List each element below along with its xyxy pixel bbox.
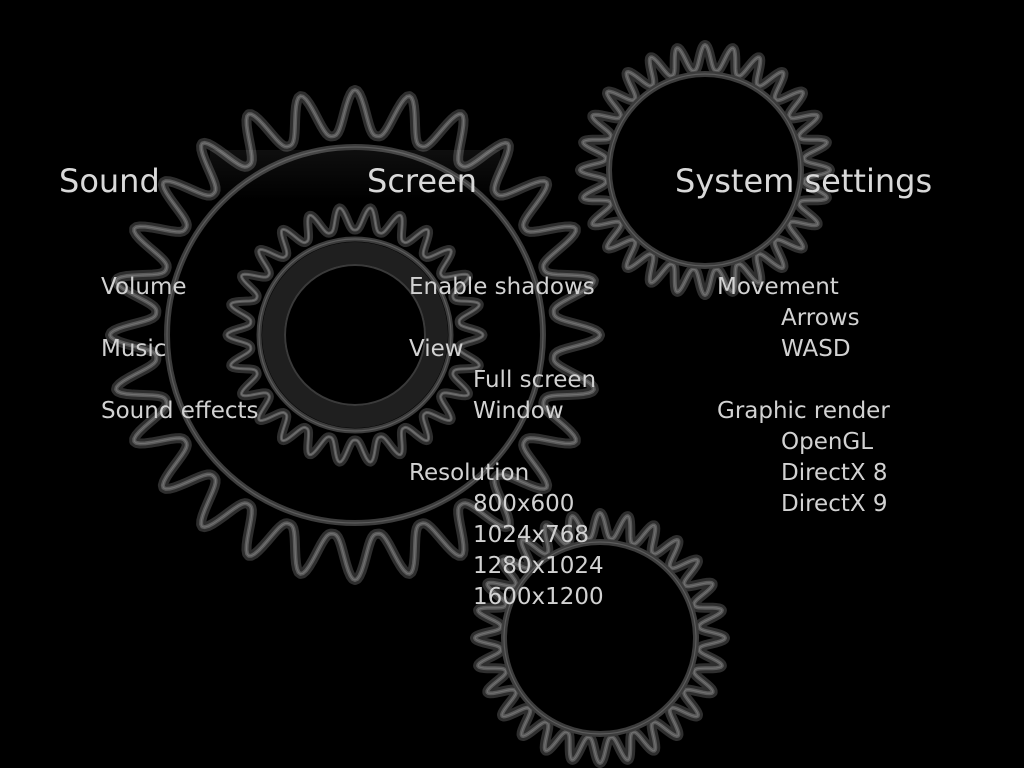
render-directx9-option[interactable]: DirectX 9 bbox=[781, 493, 888, 516]
render-opengl-option[interactable]: OpenGL bbox=[781, 431, 873, 454]
volume-option[interactable]: Volume bbox=[101, 276, 187, 299]
inner-gear-icon bbox=[222, 203, 488, 467]
view-full-screen-option[interactable]: Full screen bbox=[473, 369, 596, 392]
screen-section-title: Screen bbox=[367, 162, 478, 200]
bottom-gear-icon bbox=[470, 508, 730, 768]
movement-arrows-option[interactable]: Arrows bbox=[781, 307, 860, 330]
system-settings-section-title: System settings bbox=[675, 162, 933, 200]
sound-effects-option[interactable]: Sound effects bbox=[101, 400, 259, 423]
render-directx8-option[interactable]: DirectX 8 bbox=[781, 462, 888, 485]
movement-label: Movement bbox=[717, 274, 839, 300]
resolution-label: Resolution bbox=[409, 460, 530, 486]
sound-section-title: Sound bbox=[59, 162, 160, 200]
resolution-1280x1024-option[interactable]: 1280x1024 bbox=[473, 555, 604, 578]
view-label: View bbox=[409, 336, 464, 362]
graphic-render-label: Graphic render bbox=[717, 398, 890, 424]
movement-wasd-option[interactable]: WASD bbox=[781, 338, 851, 361]
music-option[interactable]: Music bbox=[101, 338, 166, 361]
settings-menu-screen: Sound Volume Music Sound effects Screen … bbox=[0, 0, 1024, 768]
resolution-1024x768-option[interactable]: 1024x768 bbox=[473, 524, 589, 547]
enable-shadows-option[interactable]: Enable shadows bbox=[409, 276, 595, 299]
resolution-1600x1200-option[interactable]: 1600x1200 bbox=[473, 586, 604, 609]
view-window-option[interactable]: Window bbox=[473, 400, 564, 423]
resolution-800x600-option[interactable]: 800x600 bbox=[473, 493, 574, 516]
